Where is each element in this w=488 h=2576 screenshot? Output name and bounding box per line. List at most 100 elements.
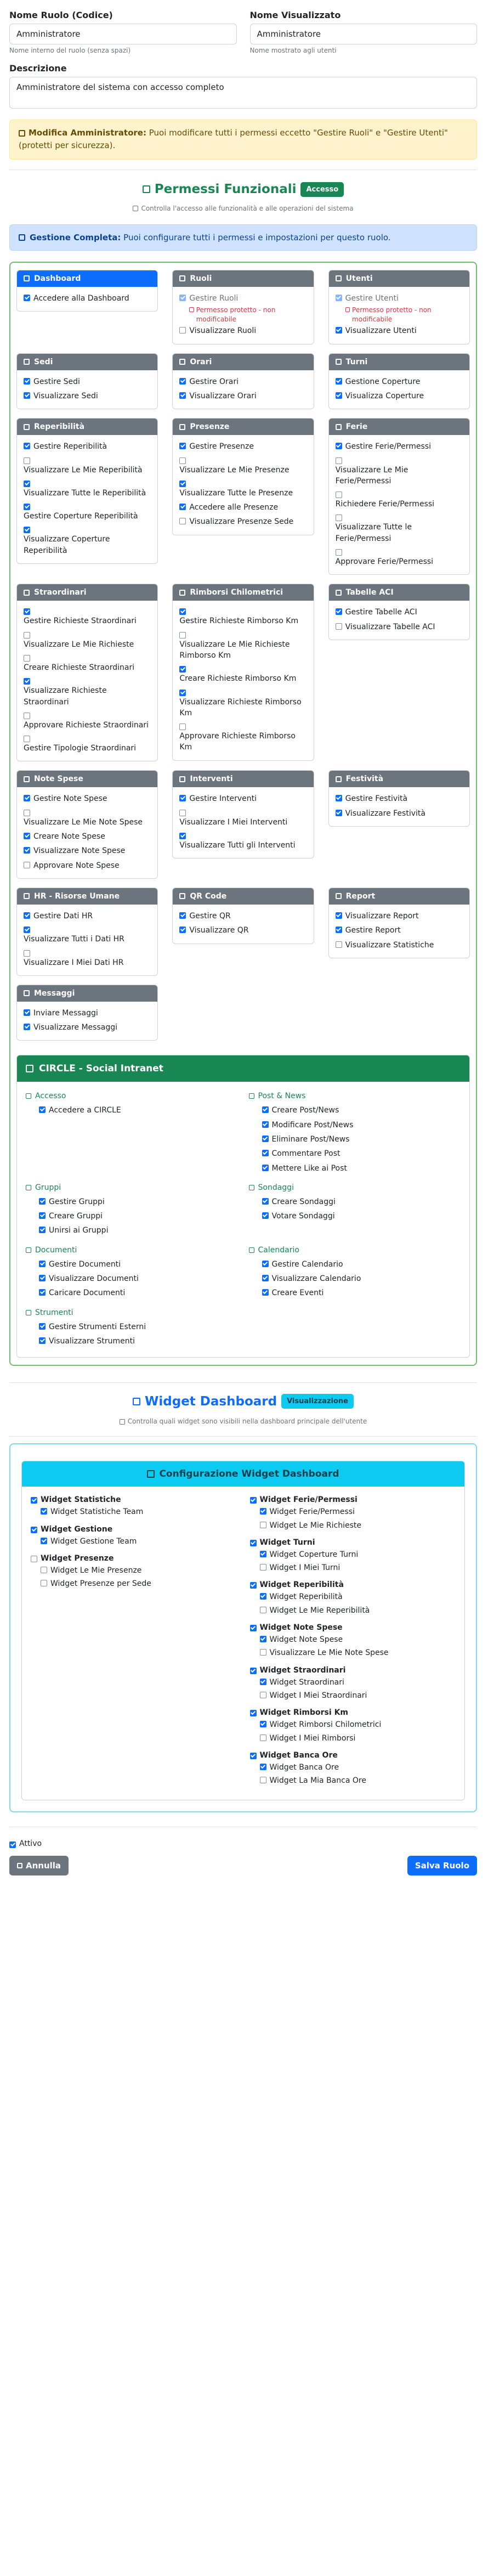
permission-checkbox-widget-ferie-permessi[interactable]: Widget Ferie/Permessi bbox=[259, 1505, 456, 1518]
permission-checkbox-widget-coperture-turni[interactable]: Widget Coperture Turni bbox=[259, 1548, 456, 1561]
checkbox[interactable] bbox=[39, 1275, 46, 1282]
desc-textarea[interactable]: Amministratore del sistema con accesso c… bbox=[9, 77, 477, 109]
permission-checkbox-gestione-coperture[interactable]: Gestione Coperture bbox=[335, 375, 463, 389]
checkbox[interactable] bbox=[262, 1275, 269, 1282]
permission-checkbox-visualizzare-tutti-i-dati-hr[interactable]: Visualizzare Tutti i Dati HR bbox=[24, 923, 151, 946]
checkbox[interactable] bbox=[259, 1636, 266, 1643]
permission-checkbox-creare-eventi[interactable]: Creare Eventi bbox=[262, 1286, 461, 1300]
permission-checkbox-gestire-presenze[interactable]: Gestire Presenze bbox=[179, 439, 307, 454]
permission-checkbox-visualizzare-statistiche[interactable]: Visualizzare Statistiche bbox=[335, 938, 463, 952]
checkbox[interactable] bbox=[335, 492, 342, 499]
cancel-button[interactable]: Annulla bbox=[9, 1856, 69, 1876]
checkbox[interactable] bbox=[24, 504, 30, 511]
permission-checkbox-visualizzare-le-mie-presenze[interactable]: Visualizzare Le Mie Presenze bbox=[179, 454, 307, 477]
permission-checkbox-visualizzare-le-mie-note-spese[interactable]: Visualizzare Le Mie Note Spese bbox=[259, 1646, 456, 1659]
checkbox[interactable] bbox=[262, 1106, 269, 1114]
permission-checkbox-visualizzare-i-miei-interventi[interactable]: Visualizzare I Miei Interventi bbox=[179, 806, 307, 829]
permission-checkbox-visualizzare-tutti-gli-interventi[interactable]: Visualizzare Tutti gli Interventi bbox=[179, 829, 307, 852]
permission-checkbox-widget-banca-ore[interactable]: Widget Banca Ore bbox=[259, 1761, 456, 1774]
permission-checkbox-accedere-alla-dashboard[interactable]: Accedere alla Dashboard bbox=[24, 291, 151, 306]
checkbox[interactable] bbox=[249, 1667, 257, 1674]
checkbox[interactable] bbox=[335, 443, 342, 450]
checkbox[interactable] bbox=[262, 1260, 269, 1267]
permission-checkbox-visualizzare-tutte-le-presenze[interactable]: Visualizzare Tutte le Presenze bbox=[179, 477, 307, 500]
checkbox[interactable] bbox=[24, 1009, 30, 1016]
checkbox[interactable] bbox=[179, 518, 186, 525]
checkbox[interactable] bbox=[24, 480, 30, 487]
checkbox[interactable] bbox=[24, 678, 30, 685]
permission-checkbox-approvare-richieste-rimborso-km[interactable]: Approvare Richieste Rimborso Km bbox=[179, 720, 307, 755]
permission-checkbox-visualizzare-tutte-le-reperibilita[interactable]: Visualizzare Tutte le Reperibilità bbox=[24, 477, 151, 500]
permission-checkbox-widget-i-miei-rimborsi[interactable]: Widget I Miei Rimborsi bbox=[259, 1732, 456, 1745]
checkbox[interactable] bbox=[179, 504, 186, 511]
permission-checkbox-visualizzare-utenti[interactable]: Visualizzare Utenti bbox=[335, 324, 463, 338]
checkbox[interactable] bbox=[24, 377, 30, 385]
permission-checkbox-creare-post-news[interactable]: Creare Post/News bbox=[262, 1103, 461, 1117]
checkbox[interactable] bbox=[41, 1580, 47, 1587]
permission-checkbox-mettere-like-ai-post[interactable]: Mettere Like ai Post bbox=[262, 1161, 461, 1176]
permission-checkbox-modificare-post-news[interactable]: Modificare Post/News bbox=[262, 1118, 461, 1132]
widget-main-checkbox[interactable]: Widget Presenze bbox=[31, 1553, 237, 1564]
permission-checkbox-visualizzare-documenti[interactable]: Visualizzare Documenti bbox=[39, 1272, 238, 1286]
permission-checkbox-widget-straordinari[interactable]: Widget Straordinari bbox=[259, 1676, 456, 1689]
permission-checkbox-gestire-festivita[interactable]: Gestire Festività bbox=[335, 792, 463, 806]
checkbox[interactable] bbox=[179, 795, 186, 802]
permission-checkbox-gestire-documenti[interactable]: Gestire Documenti bbox=[39, 1257, 238, 1272]
permission-checkbox-visualizzare-tutte-le-ferie-permessi[interactable]: Visualizzare Tutte le Ferie/Permessi bbox=[335, 511, 463, 546]
permission-checkbox-inviare-messaggi[interactable]: Inviare Messaggi bbox=[24, 1006, 151, 1020]
checkbox[interactable] bbox=[179, 927, 186, 934]
permission-checkbox-gestire-dati-hr[interactable]: Gestire Dati HR bbox=[24, 909, 151, 923]
checkbox[interactable] bbox=[24, 294, 30, 301]
checkbox[interactable] bbox=[179, 443, 186, 450]
checkbox[interactable] bbox=[179, 457, 186, 464]
permission-checkbox-widget-note-spese[interactable]: Widget Note Spese bbox=[259, 1633, 456, 1646]
checkbox[interactable] bbox=[249, 1752, 257, 1759]
checkbox[interactable] bbox=[179, 392, 186, 399]
permission-checkbox-visualizzare-richieste-straordinari[interactable]: Visualizzare Richieste Straordinari bbox=[24, 675, 151, 709]
widget-main-checkbox[interactable]: Widget Banca Ore bbox=[249, 1750, 456, 1761]
checkbox[interactable] bbox=[335, 515, 342, 522]
permission-checkbox-widget-presenze-per-sede[interactable]: Widget Presenze per Sede bbox=[41, 1577, 237, 1590]
permission-checkbox-visualizza-coperture[interactable]: Visualizza Coperture bbox=[335, 389, 463, 403]
permission-checkbox-visualizzare-le-mie-ferie-permessi[interactable]: Visualizzare Le Mie Ferie/Permessi bbox=[335, 454, 463, 489]
checkbox[interactable] bbox=[179, 724, 186, 731]
permission-checkbox-visualizzare-i-miei-dati-hr[interactable]: Visualizzare I Miei Dati HR bbox=[24, 947, 151, 970]
permission-checkbox-approvare-ferie-permessi[interactable]: Approvare Ferie/Permessi bbox=[335, 546, 463, 569]
permission-checkbox-gestire-qr[interactable]: Gestire QR bbox=[179, 909, 307, 923]
widget-main-checkbox[interactable]: Widget Rimborsi Km bbox=[249, 1707, 456, 1718]
checkbox[interactable] bbox=[31, 1497, 37, 1504]
checkbox[interactable] bbox=[259, 1564, 266, 1571]
checkbox[interactable] bbox=[259, 1649, 266, 1656]
permission-checkbox-gestire-orari[interactable]: Gestire Orari bbox=[179, 375, 307, 389]
permission-checkbox-gestire-richieste-rimborso-km[interactable]: Gestire Richieste Rimborso Km bbox=[179, 605, 307, 628]
checkbox[interactable] bbox=[39, 1197, 46, 1205]
widget-main-checkbox[interactable]: Widget Ferie/Permessi bbox=[249, 1494, 456, 1505]
permission-checkbox-gestire-calendario[interactable]: Gestire Calendario bbox=[262, 1257, 461, 1272]
checkbox[interactable] bbox=[179, 377, 186, 385]
active-toggle[interactable]: Attivo bbox=[9, 1839, 477, 1848]
checkbox[interactable] bbox=[262, 1289, 269, 1296]
permission-checkbox-widget-statistiche-team[interactable]: Widget Statistiche Team bbox=[41, 1505, 237, 1518]
permission-checkbox-gestire-coperture-reperibilita[interactable]: Gestire Coperture Reperibilità bbox=[24, 500, 151, 523]
permission-checkbox-votare-sondaggi[interactable]: Votare Sondaggi bbox=[262, 1209, 461, 1223]
checkbox[interactable] bbox=[259, 1721, 266, 1728]
checkbox[interactable] bbox=[262, 1150, 269, 1157]
permission-checkbox-commentare-post[interactable]: Commentare Post bbox=[262, 1146, 461, 1161]
checkbox[interactable] bbox=[24, 833, 30, 840]
checkbox[interactable] bbox=[262, 1164, 269, 1171]
permission-checkbox-gestire-interventi[interactable]: Gestire Interventi bbox=[179, 792, 307, 806]
checkbox[interactable] bbox=[24, 1024, 30, 1031]
permission-checkbox-gestire-tipologie-straordinari[interactable]: Gestire Tipologie Straordinari bbox=[24, 732, 151, 755]
checkbox[interactable] bbox=[262, 1136, 269, 1142]
permission-checkbox-creare-sondaggi[interactable]: Creare Sondaggi bbox=[262, 1195, 461, 1209]
checkbox[interactable] bbox=[24, 457, 30, 464]
checkbox[interactable] bbox=[259, 1734, 266, 1741]
code-input[interactable]: Amministratore bbox=[9, 24, 237, 44]
checkbox[interactable] bbox=[24, 443, 30, 450]
checkbox[interactable] bbox=[179, 666, 186, 673]
checkbox[interactable] bbox=[24, 950, 30, 957]
checkbox[interactable] bbox=[39, 1106, 46, 1114]
permission-checkbox-caricare-documenti[interactable]: Caricare Documenti bbox=[39, 1286, 238, 1300]
checkbox[interactable] bbox=[335, 549, 342, 556]
permission-checkbox-gestire-report[interactable]: Gestire Report bbox=[335, 923, 463, 937]
